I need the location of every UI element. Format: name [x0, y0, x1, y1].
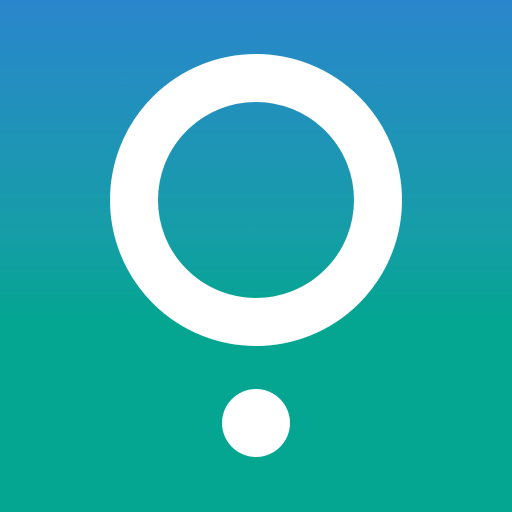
ring-shape: [110, 54, 402, 346]
dot-shape: [222, 389, 290, 457]
app-icon: [0, 0, 512, 512]
pin-marker-icon: [110, 54, 402, 457]
